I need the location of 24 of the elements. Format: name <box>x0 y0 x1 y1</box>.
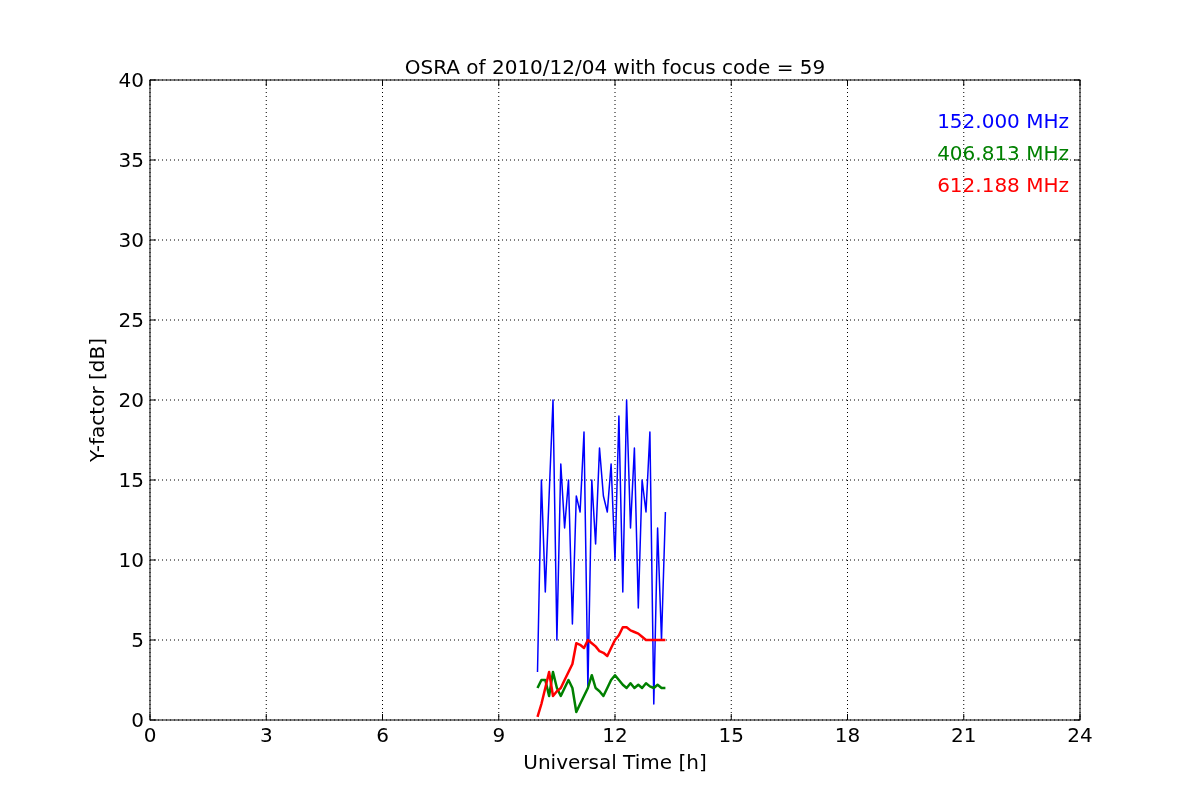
x-tick-label: 6 <box>376 723 389 747</box>
x-tick-label: 18 <box>834 723 861 747</box>
y-tick-label: 20 <box>118 388 144 412</box>
y-tick-label: 30 <box>118 228 144 252</box>
y-tick-label: 35 <box>118 148 144 172</box>
legend-label: 612.188 MHz <box>937 173 1069 197</box>
y-tick-label: 15 <box>118 468 144 492</box>
x-tick-label: 24 <box>1067 723 1093 747</box>
y-axis-label: Y-factor [dB] <box>85 338 109 462</box>
x-tick-label: 9 <box>492 723 506 747</box>
x-tick-label: 21 <box>951 723 977 747</box>
y-tick-label: 25 <box>118 308 144 332</box>
legend-label: 406.813 MHz <box>937 141 1069 165</box>
legend-label: 152.000 MHz <box>937 109 1069 133</box>
x-tick-label: 15 <box>718 723 744 747</box>
y-tick-label: 5 <box>131 628 144 652</box>
x-axis-label: Universal Time [h] <box>523 750 707 774</box>
y-tick-label: 40 <box>118 68 144 92</box>
x-tick-label: 3 <box>259 723 273 747</box>
x-tick-label: 0 <box>143 723 157 747</box>
chart-title: OSRA of 2010/12/04 with focus code = 59 <box>404 55 826 79</box>
y-tick-label: 10 <box>118 548 144 572</box>
x-tick-label: 12 <box>602 723 628 747</box>
y-tick-label: 0 <box>131 708 144 732</box>
